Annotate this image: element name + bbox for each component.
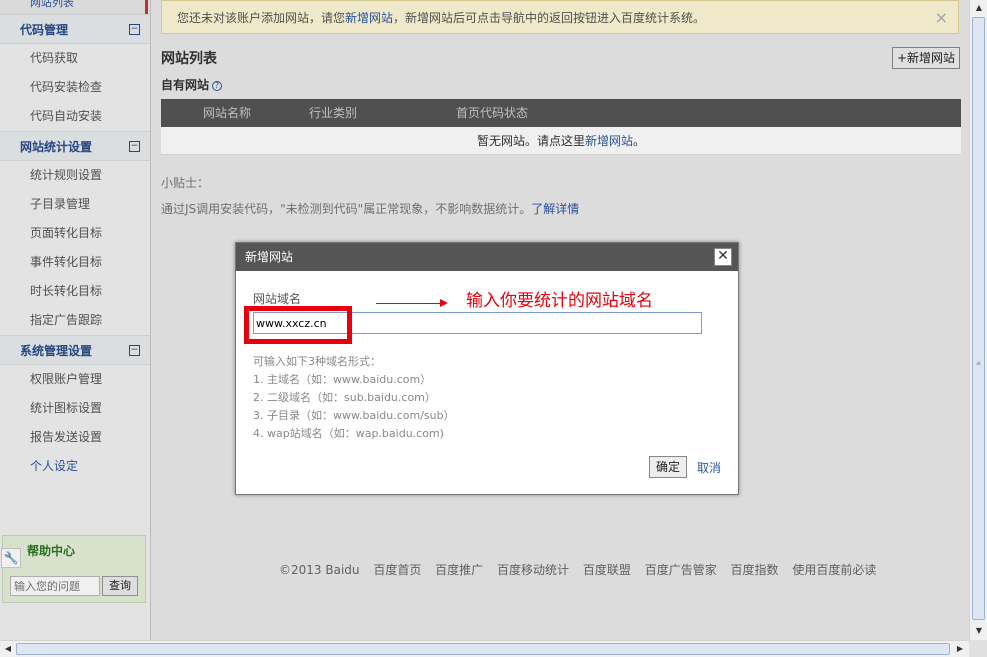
dialog-header: 新增网站 ✕ (236, 243, 738, 271)
vertical-scroll-thumb[interactable]: ≡ (972, 17, 985, 620)
scroll-left-icon[interactable]: ◀ (1, 642, 15, 656)
horizontal-scroll-thumb[interactable] (16, 643, 950, 655)
dialog-title: 新增网站 (245, 250, 294, 264)
annotation-arrow-icon (376, 299, 448, 307)
scroll-down-icon[interactable]: ▼ (972, 624, 986, 638)
vertical-scrollbar[interactable]: ▲ ≡ ▼ (969, 0, 987, 640)
format-item: 4. wap站域名（如：wap.baidu.com) (253, 427, 444, 440)
annotation-highlight-box (244, 306, 352, 344)
horizontal-scrollbar[interactable]: ◀ ▶ (0, 640, 969, 657)
grip-icon: ≡ (976, 360, 982, 367)
cancel-link[interactable]: 取消 (697, 459, 721, 476)
close-icon[interactable]: ✕ (714, 248, 732, 266)
format-item: 3. 子目录（如：www.baidu.com/sub） (253, 409, 455, 422)
scrollbar-corner (969, 640, 987, 657)
scroll-right-icon[interactable]: ▶ (953, 642, 967, 656)
domain-label: 网站域名 (253, 292, 302, 306)
add-site-dialog: 新增网站 ✕ 网站域名 输入你要统计的网站域名 可输入如下3种域名形式： 1. … (235, 242, 739, 495)
scroll-up-icon[interactable]: ▲ (972, 1, 986, 15)
formats-title: 可输入如下3种域名形式： (253, 355, 381, 368)
domain-formats: 可输入如下3种域名形式： 1. 主域名（如：www.baidu.com） 2. … (253, 353, 455, 443)
format-item: 1. 主域名（如：www.baidu.com） (253, 373, 432, 386)
annotation-text: 输入你要统计的网站域名 (466, 291, 653, 311)
format-item: 2. 二级域名（如：sub.baidu.com） (253, 391, 436, 404)
confirm-button[interactable]: 确定 (649, 456, 687, 478)
